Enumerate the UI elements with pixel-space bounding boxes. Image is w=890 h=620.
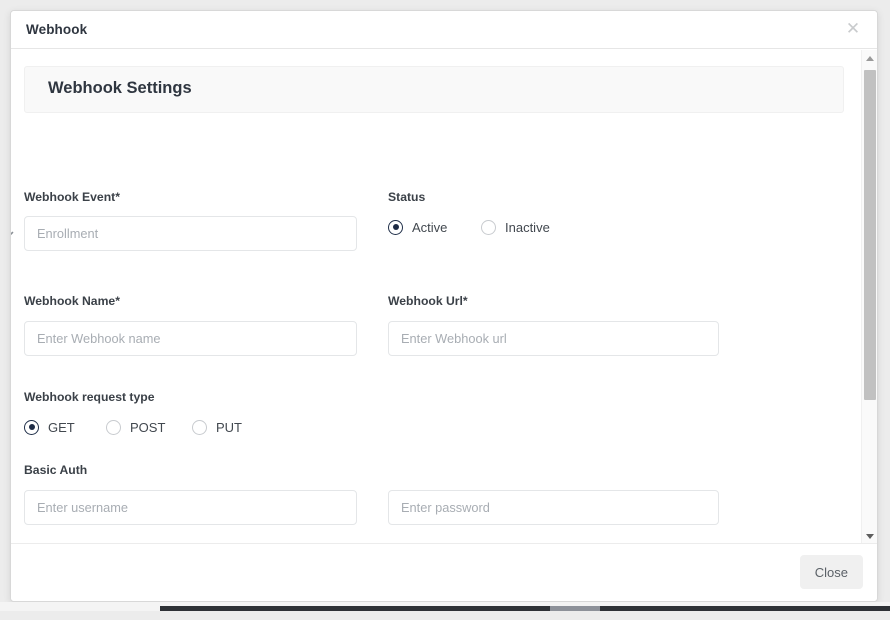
scroll-up-arrow-icon[interactable] (862, 50, 877, 66)
vertical-scrollbar-thumb[interactable] (864, 70, 876, 400)
modal-body-content: Webhook Settings Webhook Event* Enrollme… (11, 50, 857, 544)
status-radio-inactive-label: Inactive (505, 219, 550, 235)
status-radio-active[interactable]: Active (388, 218, 447, 236)
webhook-settings-panel-header: Webhook Settings (24, 66, 844, 113)
radio-unselected-icon (481, 219, 496, 235)
chevron-down-icon (11, 229, 14, 238)
request-type-radio-get-label: GET (48, 419, 75, 435)
radio-unselected-icon (106, 419, 121, 435)
status-label: Status (388, 190, 426, 204)
webhook-event-label: Webhook Event* (24, 190, 120, 204)
request-type-radio-put[interactable]: PUT (192, 418, 242, 436)
basic-auth-username-input[interactable] (24, 490, 357, 525)
panel-title: Webhook Settings (48, 79, 192, 97)
scroll-down-arrow-icon[interactable] (862, 528, 877, 544)
modal-footer: Close (11, 543, 877, 601)
vertical-scrollbar[interactable] (861, 50, 877, 544)
webhook-url-label: Webhook Url* (388, 294, 468, 308)
modal-header: Webhook ✕ (11, 11, 877, 49)
status-radio-active-label: Active (412, 219, 448, 235)
close-button[interactable]: Close (799, 555, 863, 589)
webhook-name-input[interactable] (24, 321, 357, 356)
horizontal-scrollbar-thumb[interactable] (160, 606, 890, 611)
modal-body-scroll-viewport: Webhook Settings Webhook Event* Enrollme… (11, 50, 877, 544)
webhook-event-select[interactable]: Enrollment (24, 216, 357, 251)
basic-auth-label: Basic Auth (24, 463, 88, 477)
webhook-url-input[interactable] (388, 321, 719, 356)
request-type-radio-group: GET POST PUT (24, 418, 324, 438)
request-type-radio-get[interactable]: GET (24, 418, 75, 436)
radio-selected-icon (388, 219, 403, 235)
request-type-radio-post-label: POST (130, 419, 166, 435)
close-icon[interactable]: ✕ (842, 18, 864, 40)
scrollbar-segment (550, 606, 600, 611)
modal-title: Webhook (26, 22, 88, 37)
webhook-request-type-label: Webhook request type (24, 390, 155, 404)
radio-selected-icon (24, 419, 39, 435)
webhook-name-label: Webhook Name* (24, 294, 120, 308)
radio-unselected-icon (192, 419, 207, 435)
basic-auth-password-input[interactable] (388, 490, 719, 525)
request-type-radio-post[interactable]: POST (106, 418, 165, 436)
webhook-modal: Webhook ✕ Webhook Settings Webhook Event… (10, 10, 878, 602)
status-radio-inactive[interactable]: Inactive (481, 218, 550, 236)
status-radio-group: Active Inactive (388, 218, 688, 238)
request-type-radio-put-label: PUT (216, 419, 242, 435)
